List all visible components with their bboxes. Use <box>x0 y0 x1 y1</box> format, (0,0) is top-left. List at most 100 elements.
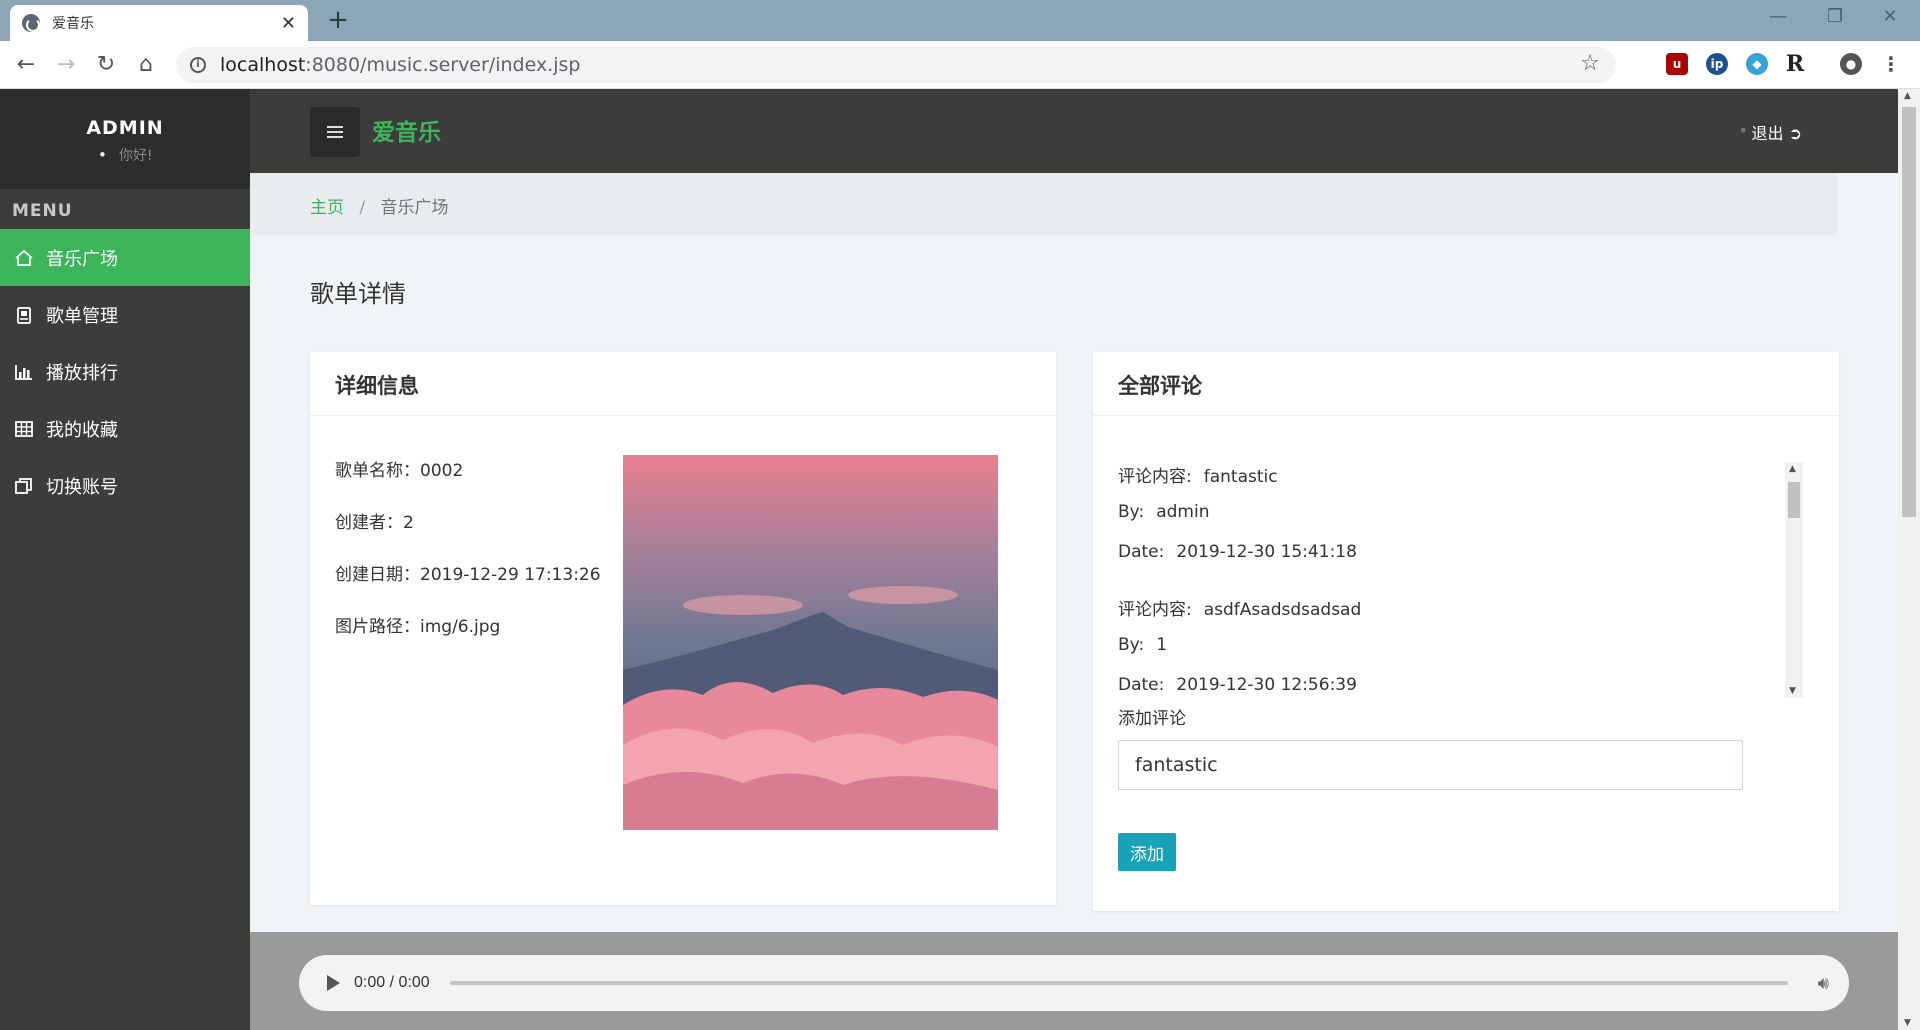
sidebar-item-label: 我的收藏 <box>46 419 118 441</box>
clipboard-icon <box>14 305 34 325</box>
profile-icon[interactable]: ● <box>1840 53 1862 75</box>
url-path: :8080/music.server/index.jsp <box>305 54 581 76</box>
grid-icon <box>14 419 34 439</box>
sidebar-item-playlist-manage[interactable]: 歌单管理 <box>0 286 250 343</box>
playlist-cover-image <box>623 455 998 830</box>
create-date-value: 2019-12-29 17:13:26 <box>420 565 601 585</box>
page-scroll-up-icon[interactable]: ▲ <box>1904 91 1911 101</box>
minimize-icon[interactable]: — <box>1758 6 1798 27</box>
comment-date-label: Date: <box>1118 675 1165 695</box>
audio-player[interactable]: 0:00 / 0:00 🔊︎ <box>299 955 1849 1011</box>
comment-scrollbar[interactable]: ▲ ▼ <box>1785 462 1803 698</box>
breadcrumb-current: 音乐广场 <box>380 198 449 218</box>
top-navbar: 爱音乐 • 退出 ➲ <box>250 89 1898 173</box>
r-extension-icon[interactable]: R <box>1784 53 1806 75</box>
username: ADMIN <box>86 117 164 139</box>
comment-by-label: By: <box>1118 635 1145 655</box>
detail-info: 歌单名称：0002 创建者：2 创建日期：2019-12-29 17:13:26… <box>335 456 601 664</box>
menu-title: MENU <box>12 201 73 221</box>
comment-date-label: Date: <box>1118 542 1165 562</box>
volume-icon[interactable]: 🔊︎ <box>1818 973 1829 994</box>
switch-icon <box>14 476 34 496</box>
sidebar-item-favorites[interactable]: 我的收藏 <box>0 400 250 457</box>
sidebar-item-switch-account[interactable]: 切换账号 <box>0 457 250 514</box>
create-date-label: 创建日期： <box>335 565 420 585</box>
image-path-value: img/6.jpg <box>420 617 501 637</box>
new-tab-button[interactable]: + <box>323 6 353 36</box>
comment-content-label: 评论内容: <box>1118 467 1192 487</box>
tab-title: 爱音乐 <box>52 16 94 32</box>
sidebar-item-label: 歌单管理 <box>46 305 118 327</box>
breadcrumb-separator: / <box>359 198 366 218</box>
menu-toggle-button[interactable] <box>310 107 360 157</box>
breadcrumb-home[interactable]: 主页 <box>310 198 344 218</box>
bookmark-star-icon[interactable]: ☆ <box>1580 51 1600 76</box>
close-tab-icon[interactable]: ✕ <box>281 13 296 34</box>
creator-value: 2 <box>403 513 414 533</box>
ublock-extension-icon[interactable]: u <box>1666 53 1688 75</box>
back-icon[interactable]: ← <box>12 51 40 79</box>
page-title: 歌单详情 <box>310 280 406 308</box>
comment-list[interactable]: 评论内容: fantastic By: admin Date: 2019-12-30 … <box>1118 462 1808 702</box>
brand-title[interactable]: 爱音乐 <box>372 113 441 147</box>
comment-input[interactable] <box>1118 740 1743 790</box>
comments-card: 全部评论 评论内容: fantastic By: admin Date: 2019-1… <box>1093 352 1839 911</box>
forward-icon[interactable]: → <box>52 51 80 79</box>
comment-author: 1 <box>1156 635 1168 655</box>
logout-link[interactable]: 退出 ➲ <box>1751 120 1802 144</box>
home-button-icon[interactable]: ⌂ <box>132 51 160 79</box>
comment-date: 2019-12-30 12:56:39 <box>1176 675 1357 695</box>
add-comment-button[interactable]: 添加 <box>1118 833 1176 871</box>
playlist-name-value: 0002 <box>420 461 464 481</box>
address-bar[interactable]: i localhost:8080/music.server/index.jsp … <box>176 47 1616 83</box>
comment-content: asdfAsadsdsadsad <box>1203 600 1362 620</box>
nav-bullet: • <box>1738 121 1748 140</box>
restore-icon[interactable]: ❐ <box>1815 6 1855 27</box>
menu-kebab-icon[interactable]: ⋮ <box>1880 53 1902 75</box>
page-scrollbar-thumb[interactable] <box>1902 107 1916 517</box>
shield-extension-icon[interactable]: ◆ <box>1746 53 1768 75</box>
scroll-down-arrow-icon[interactable]: ▼ <box>1789 686 1796 696</box>
sidebar-item-play-ranking[interactable]: 播放排行 <box>0 343 250 400</box>
comment-content: fantastic <box>1203 467 1278 487</box>
scrollbar-thumb[interactable] <box>1788 482 1800 518</box>
creator-label: 创建者： <box>335 513 403 533</box>
greeting: 你好! <box>62 145 250 165</box>
breadcrumb: 主页 / 音乐广场 <box>250 173 1838 235</box>
info-icon[interactable]: i <box>190 57 206 73</box>
hamburger-icon <box>327 126 343 128</box>
detail-card: 详细信息 歌单名称：0002 创建者：2 创建日期：2019-12-29 17:… <box>310 352 1056 905</box>
page-scrollbar[interactable]: ▲ ▼ <box>1898 89 1920 1030</box>
sidebar-item-music-square[interactable]: 音乐广场 <box>0 229 250 286</box>
playlist-name-label: 歌单名称： <box>335 461 420 481</box>
player-bar: 0:00 / 0:00 🔊︎ <box>250 932 1898 1030</box>
browser-tab[interactable]: 爱音乐 ✕ <box>10 5 308 41</box>
bar-chart-icon <box>14 362 34 382</box>
comment-date: 2019-12-30 15:41:18 <box>1176 542 1357 562</box>
add-comment-label: 添加评论 <box>1118 709 1186 729</box>
sidebar-item-label: 播放排行 <box>46 362 118 384</box>
url-host: localhost <box>220 54 306 76</box>
sidebar-user-panel: ADMIN 你好! <box>0 89 250 189</box>
detail-card-title: 详细信息 <box>310 352 1056 416</box>
progress-track[interactable] <box>449 981 1788 985</box>
page-scroll-down-icon[interactable]: ▼ <box>1904 1018 1911 1028</box>
playback-time: 0:00 / 0:00 <box>354 974 430 991</box>
close-window-icon[interactable]: ✕ <box>1870 6 1910 27</box>
reload-icon[interactable]: ↻ <box>92 51 120 79</box>
comment-by-label: By: <box>1118 502 1145 522</box>
scroll-up-arrow-icon[interactable]: ▲ <box>1789 464 1796 474</box>
comment-content-label: 评论内容: <box>1118 600 1192 620</box>
sidebar-item-label: 音乐广场 <box>46 248 118 270</box>
logout-label: 退出 <box>1751 124 1784 143</box>
play-icon[interactable] <box>327 975 340 991</box>
browser-toolbar: ← → ↻ ⌂ i localhost:8080/music.server/in… <box>0 41 1920 89</box>
browser-tab-bar: 爱音乐 ✕ + — ❐ ✕ <box>0 0 1920 41</box>
home-icon <box>14 248 34 268</box>
globe-icon <box>22 14 40 32</box>
sidebar: ADMIN 你好! MENU 音乐广场 歌单管理 播放排行 我的收藏 切换账号 <box>0 89 250 1030</box>
image-path-label: 图片路径： <box>335 617 420 637</box>
comments-card-title: 全部评论 <box>1093 352 1839 416</box>
comment-author: admin <box>1156 502 1210 522</box>
ip-extension-icon[interactable]: ip <box>1706 53 1728 75</box>
